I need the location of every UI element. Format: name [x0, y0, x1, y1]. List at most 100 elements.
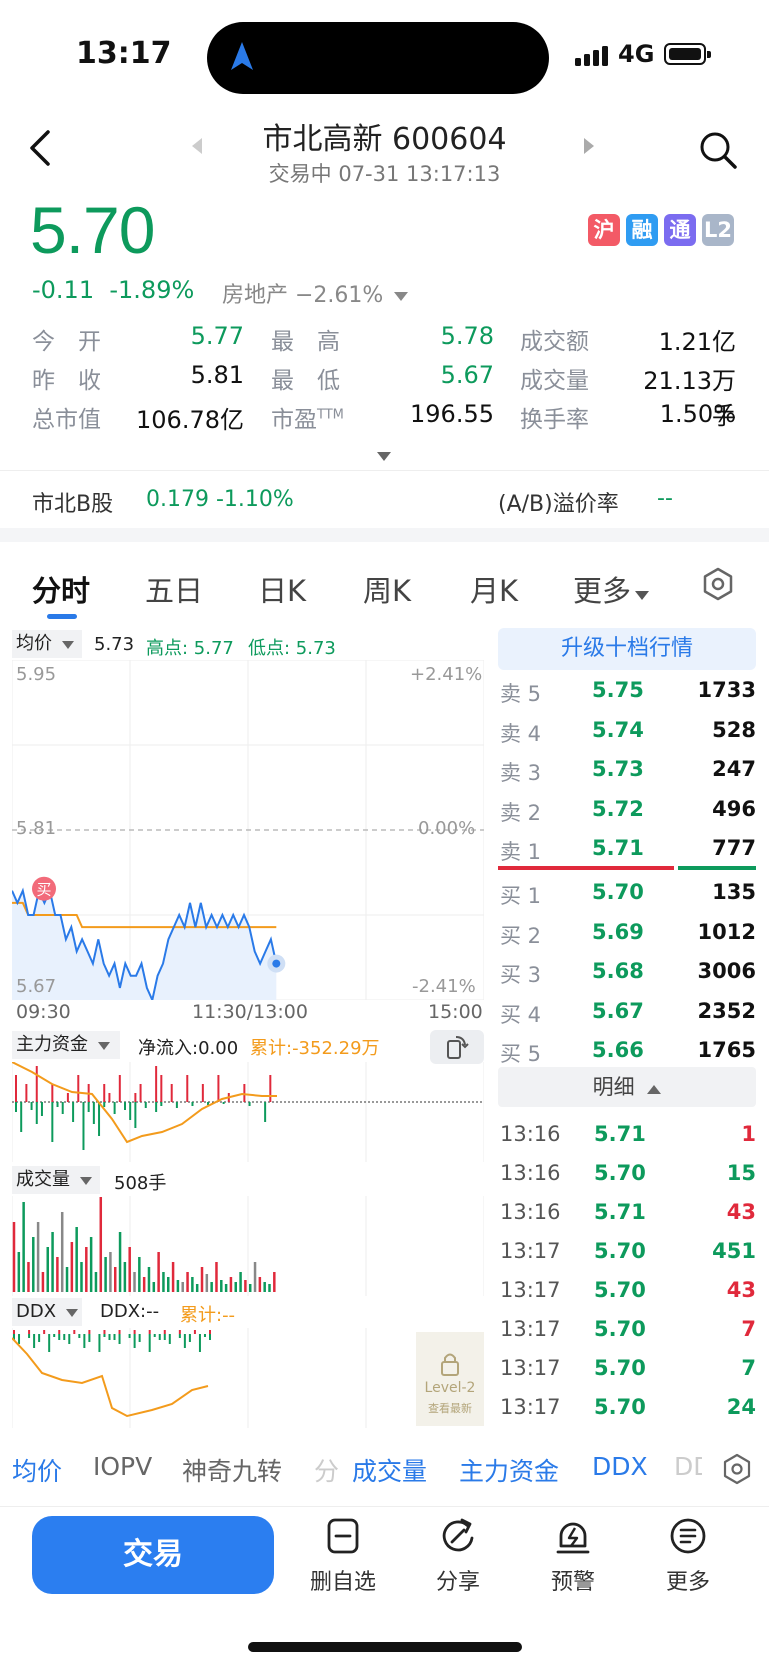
- x-tick: 11:30/13:00: [192, 1001, 308, 1023]
- stat-value: 5.67: [440, 361, 494, 389]
- remove-watchlist-button[interactable]: 删自选: [300, 1516, 386, 1602]
- tab-5[interactable]: 更多: [573, 568, 650, 610]
- indicator-7[interactable]: DD: [674, 1452, 702, 1481]
- indicator-2[interactable]: 神奇九转: [182, 1452, 282, 1488]
- rotate-icon: [447, 1036, 469, 1059]
- order-label: 卖 3: [500, 761, 542, 785]
- share-icon: [442, 1518, 474, 1552]
- stat-value: 1.21亿: [658, 328, 736, 356]
- tick-row: 13:16 5.70 15: [498, 1155, 756, 1194]
- b-share-label: 市北B股: [32, 492, 114, 517]
- share-button[interactable]: 分享: [415, 1516, 501, 1602]
- order-label: 卖 2: [500, 800, 542, 825]
- indicator-1[interactable]: IOPV: [93, 1452, 152, 1481]
- tick-price: 5.70: [594, 1395, 646, 1419]
- network-label: 4G: [618, 40, 655, 68]
- chevron-up-icon: [647, 1085, 662, 1094]
- buy-marker-label: 买: [36, 881, 51, 899]
- order-volume: 1765: [697, 1038, 756, 1062]
- ask-row[interactable]: 卖 4 5.74 528: [498, 712, 756, 750]
- sector-change[interactable]: 房地产 −2.61%: [222, 277, 409, 309]
- tab-4[interactable]: 月K: [470, 568, 518, 610]
- indicator-3[interactable]: 分: [314, 1452, 342, 1488]
- order-price: 5.70: [592, 880, 644, 904]
- trade-button[interactable]: 交易: [32, 1516, 274, 1594]
- indicator-4[interactable]: 成交量: [352, 1452, 427, 1488]
- order-label: 买 3: [500, 963, 542, 987]
- order-price: 5.72: [592, 796, 644, 821]
- change-value: -0.11: [32, 276, 95, 304]
- tick-time: 13:17: [500, 1239, 561, 1263]
- order-volume: 777: [712, 836, 756, 860]
- ddx-cumulative-line: [12, 1337, 209, 1418]
- ask-row[interactable]: 卖 5 5.75 1733: [498, 672, 756, 710]
- more-button[interactable]: 更多: [645, 1516, 731, 1602]
- switch-panel-button[interactable]: [430, 1030, 484, 1064]
- order-price: 5.66: [592, 1038, 644, 1062]
- capital-chart: [12, 1062, 484, 1162]
- alert-button[interactable]: 预警: [530, 1516, 616, 1602]
- ddx-value: DDX:--: [100, 1301, 160, 1322]
- ddx-cumulative: 累计:--: [180, 1305, 236, 1326]
- tick-row: 13:17 5.70 451: [498, 1233, 756, 1272]
- ddx-dropdown[interactable]: DDX: [12, 1298, 82, 1326]
- volume-dropdown[interactable]: 成交量: [12, 1166, 100, 1194]
- order-price: 5.75: [592, 678, 644, 702]
- current-point: [272, 959, 281, 968]
- capital-dropdown-label: 主力资金: [16, 1034, 88, 1055]
- stat-value: 106.78亿: [136, 406, 244, 434]
- order-volume: 247: [712, 757, 756, 781]
- tick-price: 5.70: [594, 1356, 646, 1380]
- remove-watchlist-icon: [327, 1518, 359, 1554]
- signal-icon: [575, 46, 608, 66]
- order-volume: 3006: [697, 959, 756, 983]
- buy-marker[interactable]: 买: [32, 876, 56, 901]
- bid-row[interactable]: 买 1 5.70 135: [498, 874, 756, 912]
- y-tick-left: 5.81: [16, 818, 57, 839]
- tab-1[interactable]: 五日: [145, 568, 203, 610]
- tick-volume: 451: [712, 1239, 756, 1263]
- indicator-6[interactable]: DDX: [592, 1452, 648, 1481]
- market-badge[interactable]: 融: [626, 214, 658, 246]
- market-badge[interactable]: L2: [702, 214, 734, 246]
- indicator-0[interactable]: 均价: [12, 1452, 62, 1488]
- ask-row[interactable]: 卖 3 5.73 247: [498, 751, 756, 789]
- tick-detail-header[interactable]: 明细: [498, 1067, 756, 1107]
- capital-cumulative: 累计:-352.29万: [250, 1038, 380, 1059]
- price-change: -0.11 -1.89%: [32, 276, 194, 304]
- indicator-settings-icon[interactable]: [720, 1452, 754, 1486]
- tab-2[interactable]: 日K: [258, 568, 306, 610]
- order-label: 买 4: [500, 1002, 542, 1027]
- expand-stats-icon[interactable]: [377, 452, 391, 462]
- capital-net: 净流入:0.00: [138, 1038, 239, 1059]
- bottom-action-label: 更多: [665, 1570, 710, 1595]
- bid-row[interactable]: 买 3 5.68 3006: [498, 953, 756, 991]
- ddx-dropdown-label: DDX: [16, 1301, 57, 1322]
- tick-volume: 43: [726, 1278, 756, 1302]
- stat-label: 成交额: [520, 329, 589, 355]
- order-price: 5.68: [592, 959, 644, 983]
- y-tick-right: 0.00%: [418, 818, 476, 839]
- intraday-chart[interactable]: 买: [12, 660, 484, 1000]
- tab-0[interactable]: 分时: [32, 568, 90, 610]
- tab-3[interactable]: 周K: [363, 568, 411, 610]
- market-badge[interactable]: 沪: [588, 214, 620, 246]
- y-tick-right: -2.41%: [412, 976, 476, 997]
- tick-time: 13:17: [500, 1356, 561, 1380]
- ab-premium-value: --: [657, 486, 673, 511]
- chart-settings-icon[interactable]: [700, 566, 736, 602]
- bid-row[interactable]: 买 4 5.67 2352: [498, 993, 756, 1031]
- sector-label: 房地产 −2.61%: [222, 283, 384, 308]
- search-icon[interactable]: [698, 130, 738, 170]
- market-badge[interactable]: 通: [664, 214, 696, 246]
- avg-indicator-dropdown[interactable]: 均价: [12, 630, 82, 658]
- capital-dropdown[interactable]: 主力资金: [12, 1031, 120, 1059]
- bid-row[interactable]: 买 5 5.66 1765: [498, 1032, 756, 1070]
- ask-row[interactable]: 卖 1 5.71 777: [498, 830, 756, 868]
- indicator-5[interactable]: 主力资金: [459, 1452, 559, 1488]
- ask-row[interactable]: 卖 2 5.72 496: [498, 791, 756, 829]
- upgrade-level10-button[interactable]: 升级十档行情: [498, 628, 756, 670]
- more-icon: [670, 1518, 706, 1554]
- tick-row: 13:17 5.70 43: [498, 1272, 756, 1311]
- bid-row[interactable]: 买 2 5.69 1012: [498, 914, 756, 952]
